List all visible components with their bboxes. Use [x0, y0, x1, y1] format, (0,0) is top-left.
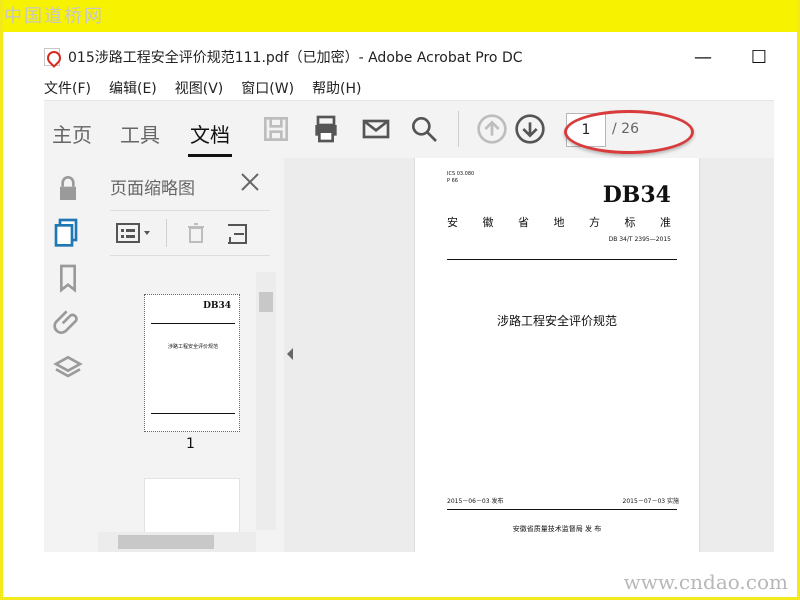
thumbnail-page-1[interactable]: DB34 涉路工程安全评价规范	[144, 294, 240, 432]
page-up-icon[interactable]	[476, 113, 508, 145]
divider-bottom	[447, 509, 677, 510]
attachment-icon[interactable]	[52, 306, 84, 338]
layers-icon[interactable]	[52, 352, 84, 384]
org-line: 安 徽 省 地 方 标 准	[447, 216, 671, 229]
trash-icon[interactable]	[184, 221, 208, 245]
page-number-highlight-circle	[564, 110, 694, 154]
site-watermark-bottom: www.cndao.com	[623, 570, 788, 594]
top-yellow-band	[0, 0, 800, 32]
collapse-panel-icon[interactable]	[285, 347, 295, 361]
save-icon[interactable]	[260, 113, 292, 145]
lock-icon[interactable]	[52, 172, 84, 204]
page-down-icon[interactable]	[514, 113, 546, 145]
thumbnails-vertical-scrollbar[interactable]	[256, 272, 276, 530]
menu-file[interactable]: 文件(F)	[44, 78, 91, 98]
thumbnail-page-2[interactable]	[144, 478, 240, 536]
menu-window[interactable]: 窗口(W)	[241, 78, 294, 98]
publish-date: 2015－06－03 发布	[447, 498, 504, 505]
menu-view[interactable]: 视图(V)	[175, 78, 224, 98]
thumbnails-horizontal-scroll-thumb[interactable]	[118, 535, 214, 549]
left-navigation-rail	[44, 158, 93, 552]
thumb-db-title: DB34	[203, 301, 231, 311]
pdf-file-icon	[44, 48, 60, 66]
tab-tools[interactable]: 工具	[120, 119, 160, 149]
menu-edit[interactable]: 编辑(E)	[109, 78, 157, 98]
thumbnail-options-icon[interactable]	[116, 221, 156, 245]
print-icon[interactable]	[310, 113, 342, 145]
rotate-page-icon[interactable]	[224, 221, 250, 247]
publisher: 安徽省质量技术监督局 发 布	[512, 525, 602, 533]
email-icon[interactable]	[360, 113, 392, 145]
thumbnails-toolbar	[110, 210, 270, 256]
thumbnail-toolbar-separator	[166, 219, 167, 247]
main-toolbar: 主页 工具 文档 1 / 26	[44, 100, 774, 160]
pdf-page: ICS 03.080 P 66 DB34 安 徽 省 地 方 标 准 DB 34…	[414, 158, 700, 552]
document-title: 涉路工程安全评价规范	[496, 314, 617, 328]
thumb-divider-top	[151, 323, 235, 324]
divider-top	[447, 259, 677, 260]
thumbnails-horizontal-scrollbar[interactable]	[98, 532, 256, 552]
tab-home[interactable]: 主页	[52, 119, 92, 149]
search-icon[interactable]	[408, 113, 440, 145]
bookmark-icon[interactable]	[52, 262, 84, 294]
thumbnails-title: 页面缩略图	[110, 179, 195, 199]
thumbnail-page-number: 1	[186, 436, 195, 452]
window-title: 015涉路工程安全评价规范111.pdf（已加密）- Adobe Acrobat…	[68, 50, 523, 66]
ics-code: ICS 03.080 P 66	[447, 171, 475, 184]
thumb-title: 涉路工程安全评价规范	[167, 344, 218, 350]
thumbnails-vertical-scroll-thumb[interactable]	[259, 292, 273, 312]
standard-number: DB 34/T 2395—2015	[608, 236, 671, 243]
minimize-button[interactable]: —	[686, 44, 720, 70]
effective-date: 2015－07－03 实施	[622, 498, 679, 505]
thumb-divider-bottom	[151, 413, 235, 414]
tab-document[interactable]: 文档	[188, 119, 232, 157]
maximize-button[interactable]: ☐	[742, 44, 776, 70]
menu-help[interactable]: 帮助(H)	[312, 78, 361, 98]
close-icon[interactable]	[238, 170, 262, 194]
pages-icon[interactable]	[52, 216, 84, 248]
menubar: 文件(F) 编辑(E) 视图(V) 窗口(W) 帮助(H)	[44, 76, 362, 100]
db-title: DB34	[602, 182, 671, 208]
site-watermark-top: 中国道桥网	[4, 6, 104, 27]
toolbar-separator	[458, 111, 459, 147]
window-titlebar: 015涉路工程安全评价规范111.pdf（已加密）- Adobe Acrobat…	[44, 44, 774, 70]
